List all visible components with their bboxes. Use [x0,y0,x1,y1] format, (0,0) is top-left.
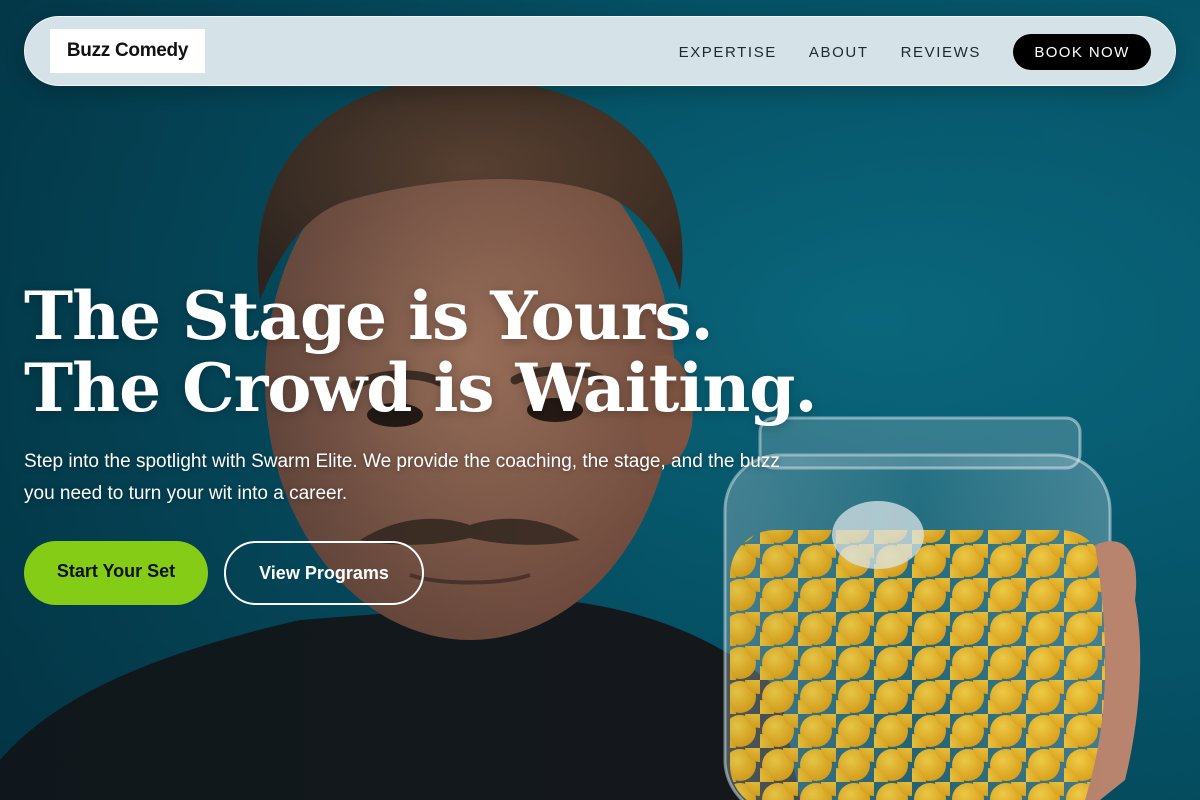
start-your-set-button[interactable]: Start Your Set [24,541,208,605]
brand-logo[interactable]: Buzz Comedy [50,29,205,73]
headline-line-1: The Stage is Yours. [24,277,714,355]
nav-link-reviews[interactable]: REVIEWS [901,44,981,61]
view-programs-button[interactable]: View Programs [224,541,424,605]
hero-headline: The Stage is Yours. The Crowd is Waiting… [24,277,817,427]
headline-line-2: The Crowd is Waiting. [24,349,817,427]
nav-link-about[interactable]: ABOUT [809,44,869,61]
nav-links: EXPERTISE ABOUT REVIEWS BOOK NOW [679,17,1151,87]
nav-link-expertise[interactable]: EXPERTISE [679,44,777,61]
hero-subtitle: Step into the spotlight with Swarm Elite… [24,451,780,504]
book-now-button[interactable]: BOOK NOW [1013,34,1151,70]
top-navbar: Buzz Comedy EXPERTISE ABOUT REVIEWS BOOK… [24,16,1176,86]
